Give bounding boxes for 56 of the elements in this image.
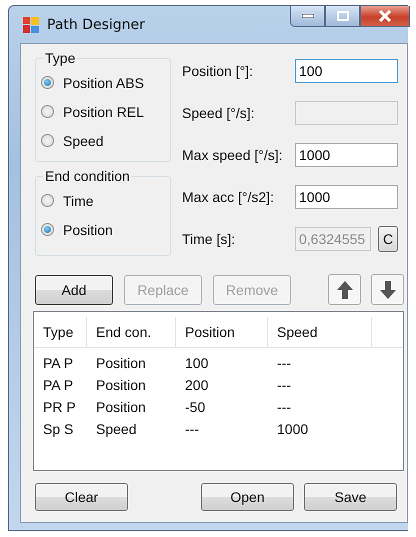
list-cell-text: PR P: [42, 399, 77, 415]
action-button[interactable]: Add: [35, 274, 113, 304]
radio-button[interactable]: [41, 134, 54, 147]
radio-button[interactable]: [41, 105, 54, 118]
list-cell-text: 1000: [276, 421, 310, 437]
list-cell-text: Sp S: [42, 421, 74, 437]
option-label: Time: [63, 192, 94, 208]
close-icon: [378, 10, 392, 22]
list-cell-text: ---: [276, 399, 292, 415]
move-down-button[interactable]: [371, 274, 404, 305]
list-cell-text: ---: [276, 355, 292, 371]
field-label: Max acc [°/s2]:: [182, 189, 275, 205]
list-cell-text: ---: [276, 377, 292, 393]
radio-button[interactable]: [41, 223, 54, 236]
action-button[interactable]: Open: [201, 483, 294, 511]
option-label: Position REL: [63, 104, 144, 120]
minimize-button[interactable]: [290, 6, 325, 27]
radio-button[interactable]: [41, 76, 54, 89]
list-cell-text: Position: [95, 377, 147, 393]
list-cell-text: 100: [184, 355, 210, 371]
column-header[interactable]: Position: [176, 317, 268, 347]
list-cell-text: -50: [184, 399, 206, 415]
action-button[interactable]: Clear: [35, 483, 128, 511]
input-field[interactable]: 1000: [295, 185, 398, 209]
list-cell-text: Speed: [95, 421, 138, 437]
list-cell-text: Position: [95, 399, 147, 415]
list-cell-text: PA P: [42, 377, 74, 393]
field-label: Position [°]:: [182, 63, 254, 79]
arrow-up-icon: [336, 280, 354, 300]
field-label: Max speed [°/s]:: [182, 147, 284, 163]
field-label: Time [s]:: [182, 231, 236, 247]
list-cell-text: Position: [95, 355, 147, 371]
group-title: End condition: [44, 168, 131, 184]
maximize-button[interactable]: [325, 6, 360, 27]
field-label: Speed [°/s]:: [182, 105, 256, 121]
app-icon: [23, 16, 39, 32]
group-title: Type: [44, 50, 76, 66]
radio-button[interactable]: [41, 194, 54, 207]
column-header[interactable]: Speed: [268, 317, 372, 347]
column-header[interactable]: End con.: [87, 317, 176, 347]
list-cell-text: ---: [184, 421, 200, 437]
column-header[interactable]: Type: [34, 317, 87, 347]
arrow-down-icon: [378, 280, 396, 300]
input-field[interactable]: 100: [295, 59, 398, 83]
maximize-icon: [336, 11, 348, 21]
close-button[interactable]: [360, 6, 410, 27]
window-title: Path Designer: [47, 16, 145, 32]
minimize-icon: [302, 14, 314, 18]
move-up-button[interactable]: [328, 274, 361, 305]
option-label: Position ABS: [63, 74, 144, 90]
option-label: Speed: [63, 132, 104, 148]
list-cell-text: 200: [184, 377, 210, 393]
option-label: Position: [63, 222, 113, 238]
input-field[interactable]: 1000: [295, 143, 398, 167]
list-cell-text: PA P: [42, 355, 74, 371]
action-button[interactable]: Save: [304, 483, 397, 511]
